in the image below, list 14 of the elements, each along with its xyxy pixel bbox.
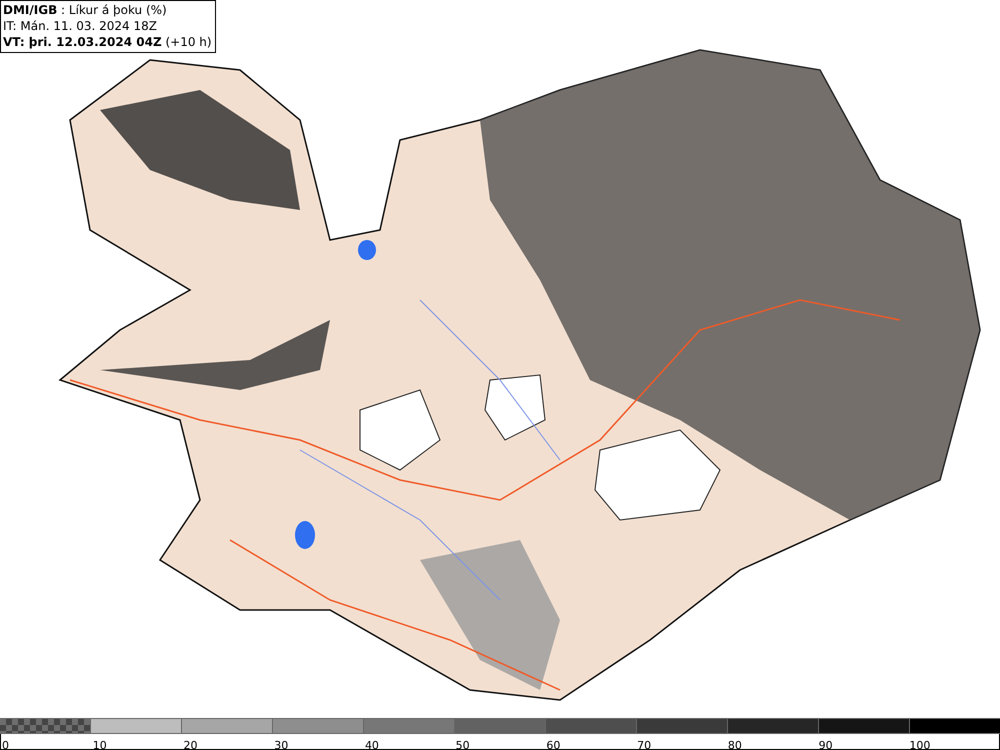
legend-label: 80 [726, 739, 742, 750]
legend-label: 90 [818, 739, 833, 750]
valid-time: VT: þri. 12.03.2024 04Z (+10 h) [3, 34, 212, 50]
map-title: DMI/IGB : Líkur á þoku (%) [3, 2, 168, 18]
legend-label: 0 [1, 739, 9, 750]
legend-label: 10 [92, 739, 107, 750]
legend-label: 70 [636, 739, 652, 750]
legend-label: 60 [545, 739, 560, 750]
legend-label: 40 [364, 739, 379, 750]
legend-label: 50 [454, 739, 470, 750]
issue-time: IT: Mán. 11. 03. 2024 18Z [3, 18, 158, 34]
legend-label: 30 [273, 739, 288, 750]
legend-label: 20 [182, 739, 198, 750]
legend-label: 100 [908, 739, 930, 750]
